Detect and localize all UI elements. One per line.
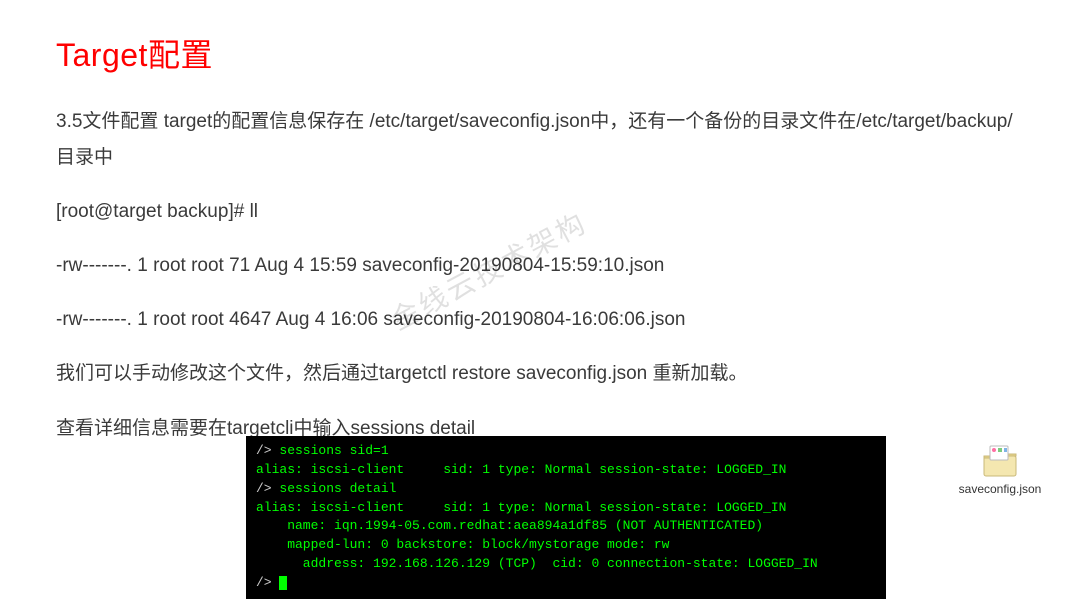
terminal-line: />: [256, 574, 876, 593]
slide: Target配置 3.5文件配置 target的配置信息保存在 /etc/tar…: [0, 0, 1080, 608]
terminal-line: address: 192.168.126.129 (TCP) cid: 0 co…: [256, 555, 876, 574]
terminal-prompt: />: [256, 443, 279, 458]
terminal-line: alias: iscsi-client sid: 1 type: Normal …: [256, 499, 876, 518]
json-file-icon: [980, 442, 1020, 478]
file-icon-label: saveconfig.json: [954, 482, 1046, 496]
terminal-line: mapped-lun: 0 backstore: block/mystorage…: [256, 536, 876, 555]
terminal-line: name: iqn.1994-05.com.redhat:aea894a1df8…: [256, 517, 876, 536]
terminal-cmd: sessions sid=1: [279, 443, 388, 458]
terminal-line: /> sessions sid=1: [256, 442, 876, 461]
terminal-screenshot: /> sessions sid=1 alias: iscsi-client si…: [246, 436, 886, 599]
cursor-icon: [279, 576, 287, 590]
paragraph-restore: 我们可以手动修改这个文件，然后通过targetctl restore savec…: [56, 356, 1024, 392]
file-icon-block: saveconfig.json: [954, 442, 1046, 496]
terminal-prompt: />: [256, 575, 279, 590]
paragraph-intro: 3.5文件配置 target的配置信息保存在 /etc/target/savec…: [56, 104, 1024, 176]
paragraph-ls2: -rw-------. 1 root root 4647 Aug 4 16:06…: [56, 302, 1024, 338]
paragraph-cmd: [root@target backup]# ll: [56, 194, 1024, 230]
terminal-cmd: sessions detail: [279, 481, 396, 496]
slide-title: Target配置: [56, 30, 1024, 76]
terminal-prompt: />: [256, 481, 279, 496]
terminal-line: /> sessions detail: [256, 480, 876, 499]
terminal-line: alias: iscsi-client sid: 1 type: Normal …: [256, 461, 876, 480]
paragraph-ls1: -rw-------. 1 root root 71 Aug 4 15:59 s…: [56, 248, 1024, 284]
